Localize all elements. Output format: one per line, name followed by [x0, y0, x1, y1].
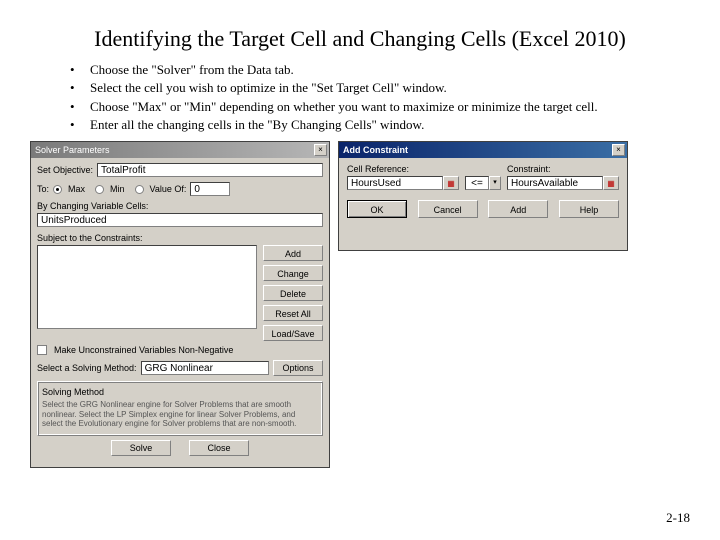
close-icon[interactable]: ×	[314, 144, 327, 156]
addc-titlebar[interactable]: Add Constraint ×	[339, 142, 627, 158]
radio-valueof[interactable]	[135, 185, 144, 194]
solver-parameters-dialog: Solver Parameters × Set Objective: Total…	[30, 141, 330, 468]
help-button[interactable]: Help	[559, 200, 619, 218]
constraint-input[interactable]: HoursAvailable	[507, 176, 603, 190]
to-label: To:	[37, 184, 49, 194]
method-desc-heading: Solving Method	[38, 385, 322, 397]
page-title: Identifying the Target Cell and Changing…	[0, 0, 720, 60]
changing-cells-label: By Changing Variable Cells:	[37, 201, 323, 211]
chevron-down-icon[interactable]: ▾	[489, 176, 501, 190]
resetall-button[interactable]: Reset All	[263, 305, 323, 321]
add-button[interactable]: Add	[263, 245, 323, 261]
bullet-item: Choose "Max" or "Min" depending on wheth…	[70, 99, 680, 115]
addc-window-title: Add Constraint	[343, 145, 408, 155]
radio-min[interactable]	[95, 185, 104, 194]
operator-select[interactable]: <=	[465, 176, 489, 190]
method-label: Select a Solving Method:	[37, 363, 137, 373]
set-objective-input[interactable]: TotalProfit	[97, 163, 323, 177]
changing-cells-input[interactable]: UnitsProduced	[37, 213, 323, 227]
bullet-item: Choose the "Solver" from the Data tab.	[70, 62, 680, 78]
add-constraint-dialog: Add Constraint × Cell Reference: HoursUs…	[338, 141, 628, 251]
radio-max-label: Max	[68, 184, 85, 194]
radio-max[interactable]	[53, 185, 62, 194]
bullet-item: Enter all the changing cells in the "By …	[70, 117, 680, 133]
cancel-button[interactable]: Cancel	[418, 200, 478, 218]
set-objective-label: Set Objective:	[37, 165, 93, 175]
options-button[interactable]: Options	[273, 360, 323, 376]
solver-window-title: Solver Parameters	[35, 145, 110, 155]
method-desc-text: Select the GRG Nonlinear engine for Solv…	[38, 397, 322, 435]
cellref-label: Cell Reference:	[347, 164, 459, 174]
cellref-input[interactable]: HoursUsed	[347, 176, 443, 190]
close-button[interactable]: Close	[189, 440, 249, 456]
constraints-listbox[interactable]	[37, 245, 257, 329]
delete-button[interactable]: Delete	[263, 285, 323, 301]
nonneg-checkbox[interactable]	[37, 345, 47, 355]
change-button[interactable]: Change	[263, 265, 323, 281]
constraint-label: Constraint:	[507, 164, 619, 174]
ok-button[interactable]: OK	[347, 200, 407, 218]
bullet-item: Select the cell you wish to optimize in …	[70, 80, 680, 96]
solver-titlebar[interactable]: Solver Parameters ×	[31, 142, 329, 158]
bullet-list: Choose the "Solver" from the Data tab. S…	[0, 60, 720, 141]
add-button[interactable]: Add	[488, 200, 548, 218]
nonneg-label: Make Unconstrained Variables Non-Negativ…	[54, 345, 233, 355]
range-picker-icon[interactable]: ▦	[443, 176, 459, 190]
method-select[interactable]: GRG Nonlinear	[141, 361, 269, 375]
solve-button[interactable]: Solve	[111, 440, 171, 456]
loadsave-button[interactable]: Load/Save	[263, 325, 323, 341]
radio-min-label: Min	[110, 184, 125, 194]
constraints-label: Subject to the Constraints:	[37, 233, 323, 243]
range-picker-icon[interactable]: ▦	[603, 176, 619, 190]
page-number: 2-18	[666, 510, 690, 526]
radio-valueof-label: Value Of:	[150, 184, 187, 194]
close-icon[interactable]: ×	[612, 144, 625, 156]
valueof-input[interactable]: 0	[190, 182, 230, 196]
